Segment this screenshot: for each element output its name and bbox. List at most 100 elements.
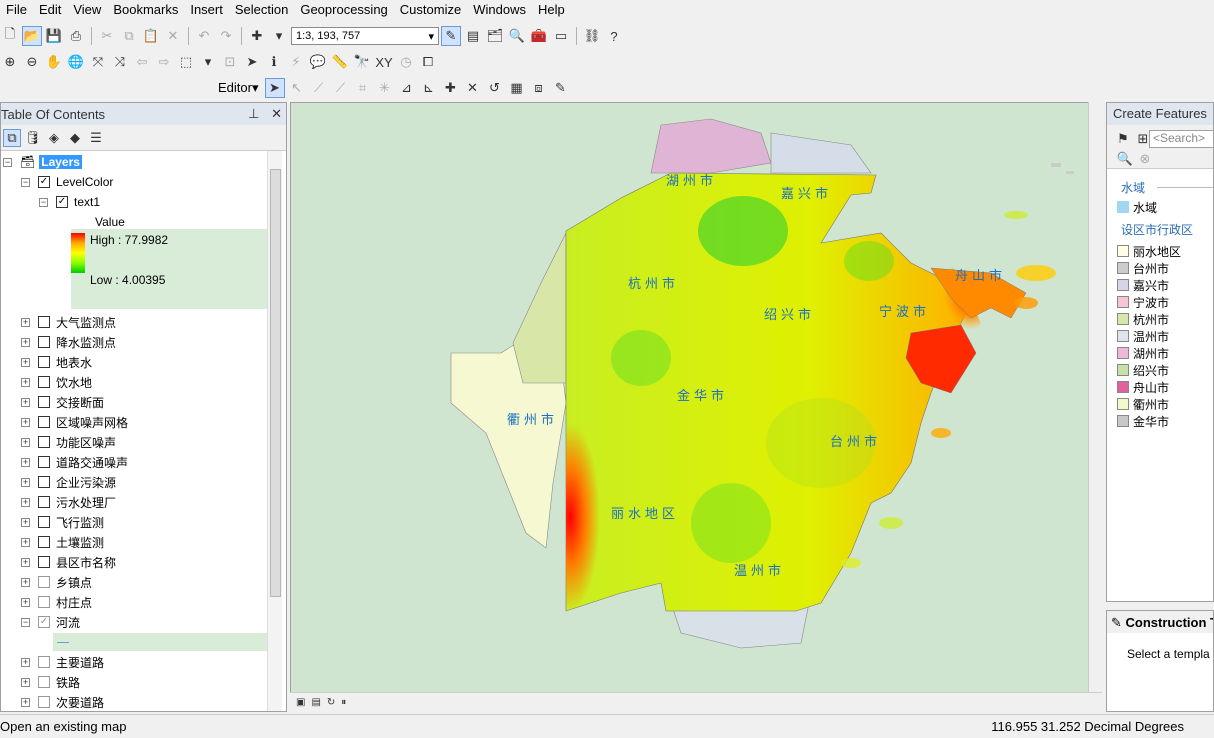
- scrollbar-thumb[interactable]: [270, 169, 281, 597]
- html-popup-icon[interactable]: 💬: [308, 52, 328, 72]
- layer-row[interactable]: + 大气监测点: [21, 313, 116, 331]
- visibility-checkbox[interactable]: ✓: [38, 616, 50, 628]
- template-item[interactable]: 台州市: [1117, 260, 1169, 276]
- cut-icon[interactable]: ✂: [97, 26, 117, 46]
- visibility-checkbox[interactable]: [38, 476, 50, 488]
- print-icon[interactable]: ⎙: [66, 26, 86, 46]
- redo-icon[interactable]: ↷: [216, 26, 236, 46]
- layer-row[interactable]: + 企业污染源: [21, 473, 116, 491]
- layout-view-icon[interactable]: ▤: [311, 697, 320, 708]
- expand-icon[interactable]: +: [21, 397, 30, 407]
- collapse-icon[interactable]: −: [39, 197, 48, 207]
- rotate-icon[interactable]: ✕: [463, 78, 483, 98]
- template-item[interactable]: 舟山市: [1117, 379, 1169, 395]
- expand-icon[interactable]: +: [21, 517, 30, 527]
- clear-selection-icon[interactable]: ⊡: [220, 52, 240, 72]
- visibility-checkbox[interactable]: ✓: [56, 196, 68, 208]
- visibility-checkbox[interactable]: [38, 596, 50, 608]
- collapse-icon[interactable]: −: [3, 157, 12, 167]
- visibility-checkbox[interactable]: [38, 516, 50, 528]
- list-by-selection-icon[interactable]: ◆: [66, 129, 84, 147]
- layer-row[interactable]: + 饮水地: [21, 373, 92, 391]
- chevron-down-icon[interactable]: ▾: [428, 30, 434, 43]
- select-dropdown-icon[interactable]: ▾: [198, 52, 218, 72]
- copy-icon[interactable]: ⧉: [119, 26, 139, 46]
- save-icon[interactable]: 💾: [44, 26, 64, 46]
- menu-windows[interactable]: Windows: [467, 0, 532, 20]
- template-item[interactable]: 宁波市: [1117, 294, 1169, 310]
- new-document-icon[interactable]: 🗋: [0, 26, 20, 46]
- template-item-water[interactable]: 水域: [1117, 199, 1157, 215]
- options-icon[interactable]: ☰: [87, 129, 105, 147]
- edit-annotation-icon[interactable]: ↖: [287, 78, 307, 98]
- attributes-icon[interactable]: ▦: [507, 78, 527, 98]
- editor-menu-button[interactable]: Editor▾: [214, 80, 263, 96]
- toc-scrollbar[interactable]: [267, 151, 282, 711]
- layer-row[interactable]: + 次要道路: [21, 693, 104, 711]
- layer-row[interactable]: − ✓ 河流: [21, 613, 80, 631]
- list-by-visibility-icon[interactable]: ◈: [45, 129, 63, 147]
- layer-row[interactable]: + 飞行监测: [21, 513, 104, 531]
- cut-polygons-icon[interactable]: ⊾: [419, 78, 439, 98]
- select-features-icon[interactable]: ⬚: [176, 52, 196, 72]
- layers-label[interactable]: Layers: [39, 155, 82, 169]
- search-icon[interactable]: 🔍: [1115, 149, 1135, 169]
- menu-selection[interactable]: Selection: [229, 0, 294, 20]
- layer-row[interactable]: + 土壤监测: [21, 533, 104, 551]
- sketch-dropdown-icon[interactable]: ⌗: [353, 78, 373, 98]
- menu-view[interactable]: View: [67, 0, 107, 20]
- visibility-checkbox[interactable]: [38, 336, 50, 348]
- menu-insert[interactable]: Insert: [184, 0, 229, 20]
- organize-templates-icon[interactable]: ⚑: [1113, 129, 1133, 149]
- layer-row[interactable]: + 功能区噪声: [21, 433, 116, 451]
- expand-icon[interactable]: +: [21, 677, 30, 687]
- visibility-checkbox[interactable]: [38, 436, 50, 448]
- layer-row[interactable]: + 地表水: [21, 353, 92, 371]
- viewer-window-icon[interactable]: ⧠: [418, 52, 438, 72]
- layer-row[interactable]: + 区域噪声网格: [21, 413, 128, 431]
- pan-icon[interactable]: ✋: [44, 52, 64, 72]
- identify-icon[interactable]: ℹ: [264, 52, 284, 72]
- template-item[interactable]: 湖州市: [1117, 345, 1169, 361]
- template-item[interactable]: 杭州市: [1117, 311, 1169, 327]
- pin-icon[interactable]: ⊥: [248, 106, 259, 121]
- layer-row[interactable]: + 降水监测点: [21, 333, 116, 351]
- forward-extent-icon[interactable]: ⇨: [154, 52, 174, 72]
- template-item[interactable]: 绍兴市: [1117, 362, 1169, 378]
- visibility-checkbox[interactable]: [38, 576, 50, 588]
- template-item[interactable]: 嘉兴市: [1117, 277, 1169, 293]
- edit-tool-icon[interactable]: ➤: [264, 78, 285, 98]
- reshape-icon[interactable]: ⊿: [397, 78, 417, 98]
- menu-customize[interactable]: Customize: [394, 0, 467, 20]
- expand-icon[interactable]: +: [21, 377, 30, 387]
- template-item[interactable]: 丽水地区: [1117, 243, 1181, 259]
- hyperlink-icon[interactable]: ⚡: [286, 52, 306, 72]
- back-extent-icon[interactable]: ⇦: [132, 52, 152, 72]
- menu-bookmarks[interactable]: Bookmarks: [107, 0, 184, 20]
- map-vertical-scrollbar[interactable]: [1088, 102, 1102, 692]
- fixed-zoom-out-icon[interactable]: ⤨: [110, 52, 130, 72]
- list-by-drawing-order-icon[interactable]: ⧉: [3, 128, 21, 147]
- close-icon[interactable]: ✕: [271, 106, 282, 121]
- visibility-checkbox[interactable]: [38, 496, 50, 508]
- map-view[interactable]: 湖州市 嘉兴市 杭州市 舟山市 绍兴市 宁波市 金华市 衢州市 台州市 丽水地区…: [290, 102, 1102, 712]
- layer-row[interactable]: + 铁路: [21, 673, 80, 691]
- editor-toolbar-icon[interactable]: ✎: [441, 26, 461, 46]
- template-item[interactable]: 温州市: [1117, 328, 1169, 344]
- refresh-icon[interactable]: ↻: [327, 697, 335, 708]
- visibility-checkbox[interactable]: [38, 536, 50, 548]
- clear-search-icon[interactable]: ⊗: [1135, 149, 1155, 169]
- measure-icon[interactable]: 📏: [330, 52, 350, 72]
- visibility-checkbox[interactable]: [38, 556, 50, 568]
- layers-row[interactable]: − 🗃 Layers: [3, 153, 82, 171]
- delete-icon[interactable]: ✕: [163, 26, 183, 46]
- open-icon[interactable]: 📂: [22, 26, 42, 46]
- arctoolbox-icon[interactable]: 🧰: [529, 26, 549, 46]
- list-by-source-icon[interactable]: 🛢: [24, 129, 42, 147]
- menu-geoprocessing[interactable]: Geoprocessing: [294, 0, 393, 20]
- full-extent-icon[interactable]: 🌐: [66, 52, 86, 72]
- time-slider-icon[interactable]: ◷: [396, 52, 416, 72]
- visibility-checkbox[interactable]: [38, 356, 50, 368]
- layer-row[interactable]: + 主要道路: [21, 653, 104, 671]
- table-of-contents-icon[interactable]: ▤: [463, 26, 483, 46]
